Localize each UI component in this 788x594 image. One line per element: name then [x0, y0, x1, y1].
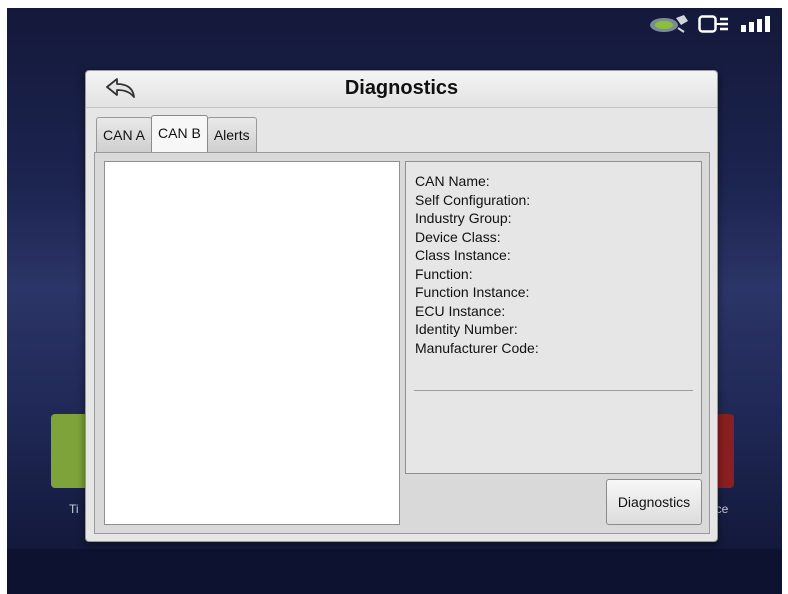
info-field-ecu-instance: ECU Instance: [415, 302, 506, 319]
tab-alerts[interactable]: Alerts [206, 117, 257, 152]
tile-label-left: Ti [69, 502, 79, 516]
bottom-bar [7, 549, 782, 594]
diagnostics-dialog: Diagnostics CAN A CAN B Alerts CAN Name:… [85, 70, 718, 542]
tab-can-a[interactable]: CAN A [96, 117, 153, 152]
info-field-function: Function: [415, 265, 473, 282]
info-field-identity-number: Identity Number: [415, 321, 518, 337]
info-field-self-configuration: Self Configuration: [415, 191, 531, 208]
info-field-list: CAN Name: Self Configuration: Industry G… [415, 172, 539, 357]
home-tile-left[interactable] [51, 414, 87, 488]
status-bar [648, 14, 774, 34]
info-field-device-class: Device Class: [415, 228, 501, 245]
device-list[interactable] [104, 161, 400, 525]
dialog-title-bar: Diagnostics [86, 71, 717, 108]
info-field-can-name: CAN Name: [415, 173, 490, 189]
tab-bar: CAN A CAN B Alerts [96, 115, 257, 152]
info-field-manufacturer-code: Manufacturer Code: [415, 339, 539, 356]
info-divider [414, 390, 693, 391]
dialog-title: Diagnostics [344, 77, 459, 99]
device-info-panel: CAN Name: Self Configuration: Industry G… [405, 161, 702, 474]
tab-can-b[interactable]: CAN B [151, 115, 208, 152]
signal-icon[interactable] [740, 14, 774, 34]
diagnostics-button[interactable]: Diagnostics [606, 479, 702, 525]
tab-panel: CAN Name: Self Configuration: Industry G… [94, 152, 710, 534]
gps-satellite-icon[interactable] [648, 14, 692, 34]
display-module-icon[interactable] [698, 14, 734, 34]
info-field-function-instance: Function Instance: [415, 284, 530, 300]
info-field-industry-group: Industry Group: [415, 210, 512, 226]
info-field-class-instance: Class Instance: [415, 247, 511, 263]
